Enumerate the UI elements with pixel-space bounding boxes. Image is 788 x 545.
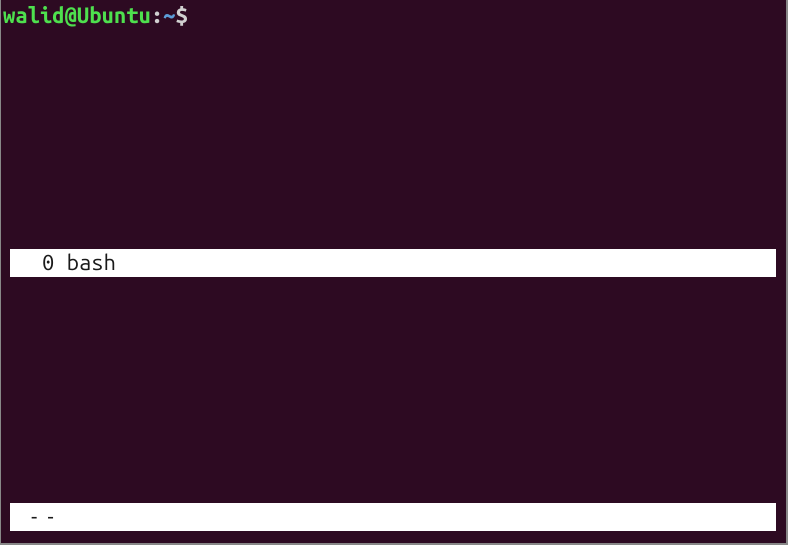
prompt-colon: : <box>151 2 163 31</box>
prompt-sigil: $ <box>176 2 188 31</box>
prompt-user-host: walid@Ubuntu <box>3 2 151 31</box>
screen-window-list-item[interactable]: 0 bash <box>10 249 776 277</box>
shell-prompt-line[interactable]: walid@Ubuntu : ~ $ <box>3 2 786 31</box>
prompt-path: ~ <box>163 2 175 31</box>
terminal-window[interactable]: walid@Ubuntu : ~ $ 0 bash -- <box>0 0 788 545</box>
screen-status-bar: -- <box>10 503 776 531</box>
status-bar-text: -- <box>28 503 61 531</box>
screen-window-index: 0 <box>42 249 54 277</box>
screen-window-name: bash <box>67 249 116 277</box>
